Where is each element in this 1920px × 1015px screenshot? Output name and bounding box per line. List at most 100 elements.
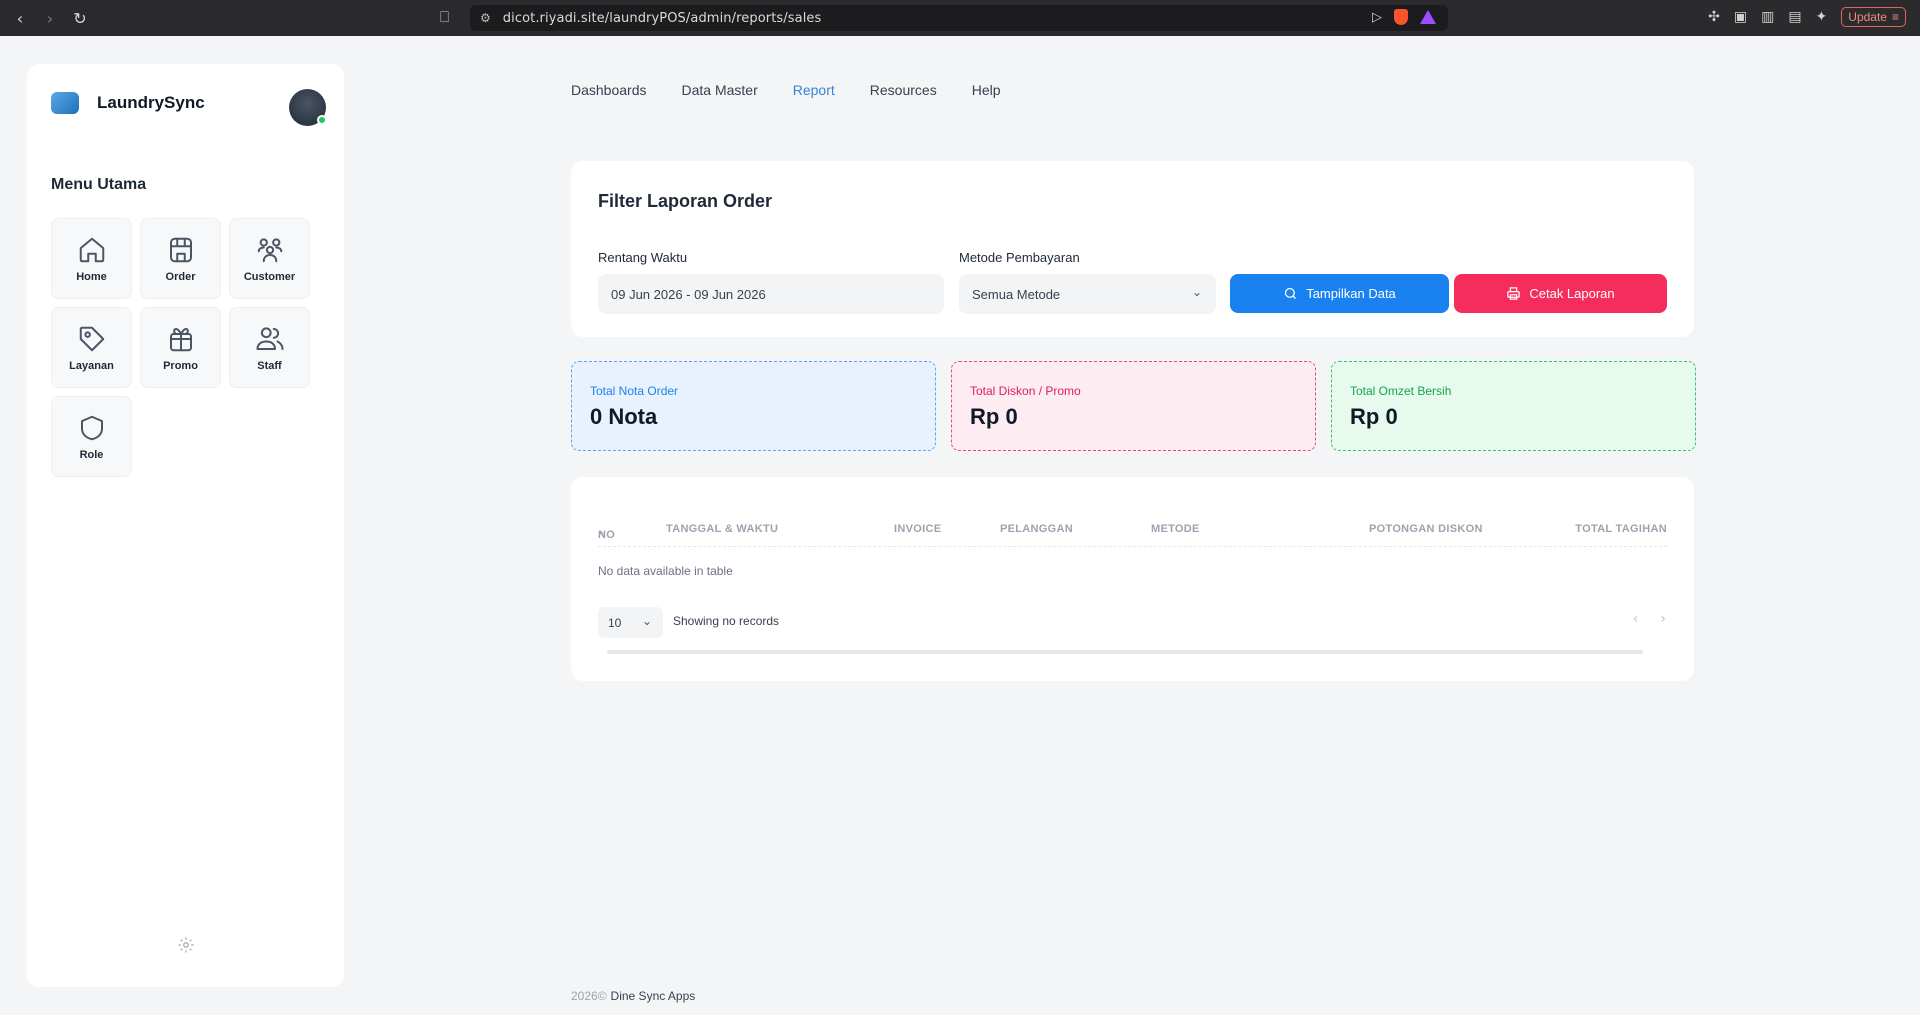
nav-report[interactable]: Report [793, 82, 835, 98]
address-bar[interactable]: ⚙ dicot.riyadi.site/laundryPOS/admin/rep… [470, 5, 1448, 31]
payment-method-value: Semua Metode [972, 286, 1061, 302]
footer: 2026© Dine Sync Apps [571, 989, 695, 1003]
col-customer[interactable]: PELANGGAN [1000, 523, 1073, 535]
payment-method-label: Metode Pembayaran [959, 250, 1080, 265]
stat-value: 0 Nota [590, 404, 658, 429]
nav-dashboards[interactable]: Dashboards [571, 82, 647, 98]
update-label: Update [1848, 10, 1887, 24]
col-date-time[interactable]: TANGGAL & WAKTU [666, 523, 778, 535]
menu-item-label: Promo [163, 359, 198, 372]
menu-item-label: Order [165, 270, 196, 283]
date-range-input[interactable]: 09 Jun 2026 - 09 Jun 2026 [598, 274, 944, 314]
pagination: ‹ › [1633, 611, 1666, 627]
gift-icon [169, 327, 192, 351]
bookmark-icon[interactable]: ⎕ [440, 8, 449, 26]
screenshot-icon[interactable]: ▣ [1734, 9, 1747, 25]
nav-resources[interactable]: Resources [870, 82, 937, 98]
brand[interactable]: LaundrySync [51, 92, 205, 114]
top-nav: Dashboards Data Master Report Resources … [571, 82, 1001, 98]
leo-ai-icon[interactable]: ✦ [1816, 9, 1828, 25]
shield-icon [80, 415, 103, 440]
col-discount[interactable]: POTONGAN DISKON [1369, 523, 1483, 535]
browser-toolbar: ‹ › ↻ ⎕ ⚙ dicot.riyadi.site/laundryPOS/a… [0, 0, 1920, 36]
nav-help[interactable]: Help [972, 82, 1001, 98]
empty-table-message: No data available in table [598, 564, 733, 578]
stat-label: Total Omzet Bersih [1350, 384, 1452, 398]
prev-page-icon[interactable]: ‹ [1633, 611, 1639, 627]
sort-asc-icon: ˄ [598, 529, 605, 541]
stat-value: Rp 0 [970, 404, 1018, 429]
menu-grid: Home Order Customer Layanan Promo Staff … [51, 218, 310, 477]
stat-total-orders: Total Nota Order 0 Nota [571, 361, 936, 451]
back-icon[interactable]: ‹ [12, 9, 28, 28]
url-text[interactable]: dicot.riyadi.site/laundryPOS/admin/repor… [503, 11, 822, 26]
filter-card: Filter Laporan Order Rentang Waktu 09 Ju… [571, 161, 1694, 337]
menu-item-label: Home [76, 270, 107, 283]
nav-data-master[interactable]: Data Master [682, 82, 758, 98]
menu-item-label: Customer [243, 270, 296, 283]
page-length-value: 10 [608, 615, 622, 630]
menu-item-label: Layanan [69, 359, 114, 372]
print-report-button[interactable]: Cetak Laporan [1454, 274, 1667, 313]
table-header: NO ˄ TANGGAL & WAKTU INVOICE PELANGGAN M… [598, 517, 1667, 547]
menu-item-role[interactable]: Role [51, 396, 132, 477]
brand-name: LaundrySync [97, 93, 205, 112]
extensions-icon[interactable]: ✣ [1708, 9, 1720, 25]
brave-shield-icon[interactable] [1394, 9, 1408, 25]
home-icon [79, 237, 104, 262]
next-page-icon[interactable]: › [1660, 611, 1666, 627]
online-status-dot [317, 115, 327, 125]
stat-total-discount: Total Diskon / Promo Rp 0 [951, 361, 1316, 451]
menu-item-label: Role [79, 448, 104, 461]
sidebar: LaundrySync Menu Utama Home Order Custom… [27, 64, 344, 987]
gear-icon [178, 937, 194, 953]
menu-icon: ≡ [1891, 10, 1899, 24]
user-avatar[interactable] [289, 89, 327, 126]
users-icon [257, 237, 282, 262]
stat-net-revenue: Total Omzet Bersih Rp 0 [1331, 361, 1696, 451]
stat-value: Rp 0 [1350, 404, 1398, 429]
menu-item-order[interactable]: Order [140, 218, 221, 299]
horizontal-scrollbar[interactable] [607, 650, 1643, 654]
wallet-icon[interactable]: ▤ [1788, 9, 1801, 25]
people-icon [256, 326, 283, 350]
footer-brand-link[interactable]: Dine Sync Apps [611, 989, 696, 1003]
chevron-down-icon: ⌄ [641, 614, 652, 628]
menu-item-layanan[interactable]: Layanan [51, 307, 132, 388]
col-method[interactable]: METODE [1151, 523, 1200, 535]
chevron-down-icon: ⌄ [1191, 285, 1202, 299]
update-button[interactable]: Update ≡ [1841, 7, 1906, 27]
menu-item-home[interactable]: Home [51, 218, 132, 299]
show-data-button[interactable]: Tampilkan Data [1230, 274, 1449, 313]
col-invoice[interactable]: INVOICE [894, 523, 941, 535]
filter-title: Filter Laporan Order [598, 191, 773, 211]
print-report-label: Cetak Laporan [1529, 286, 1615, 301]
menu-item-label: Staff [257, 359, 282, 372]
brave-rewards-icon[interactable] [1420, 10, 1436, 24]
show-data-label: Tampilkan Data [1306, 286, 1396, 301]
tag-icon [79, 326, 104, 351]
stat-label: Total Diskon / Promo [970, 384, 1081, 398]
menu-item-promo[interactable]: Promo [140, 307, 221, 388]
payment-method-select[interactable]: Semua Metode ⌄ [959, 274, 1216, 314]
share-icon[interactable]: ▷ [1372, 10, 1382, 25]
sales-table-card: NO ˄ TANGGAL & WAKTU INVOICE PELANGGAN M… [571, 477, 1694, 681]
sidebar-toggle-icon[interactable]: ▥ [1761, 9, 1774, 25]
table-info: Showing no records [673, 614, 780, 628]
settings-button[interactable] [177, 936, 195, 954]
stat-label: Total Nota Order [590, 384, 679, 398]
menu-item-staff[interactable]: Staff [229, 307, 310, 388]
page-length-select[interactable]: 10 ⌄ [598, 607, 663, 638]
footer-year: 2026© [571, 989, 607, 1003]
store-icon [169, 237, 192, 262]
col-total[interactable]: TOTAL TAGIHAN [1575, 523, 1667, 535]
search-icon [1285, 287, 1297, 299]
date-range-value: 09 Jun 2026 - 09 Jun 2026 [611, 286, 766, 302]
brand-logo [51, 92, 79, 114]
site-info-icon[interactable]: ⚙ [480, 11, 491, 25]
date-range-label: Rentang Waktu [598, 250, 688, 265]
printer-icon [1507, 287, 1521, 300]
reload-icon[interactable]: ↻ [72, 9, 88, 28]
forward-icon[interactable]: › [42, 9, 58, 28]
menu-item-customer[interactable]: Customer [229, 218, 310, 299]
